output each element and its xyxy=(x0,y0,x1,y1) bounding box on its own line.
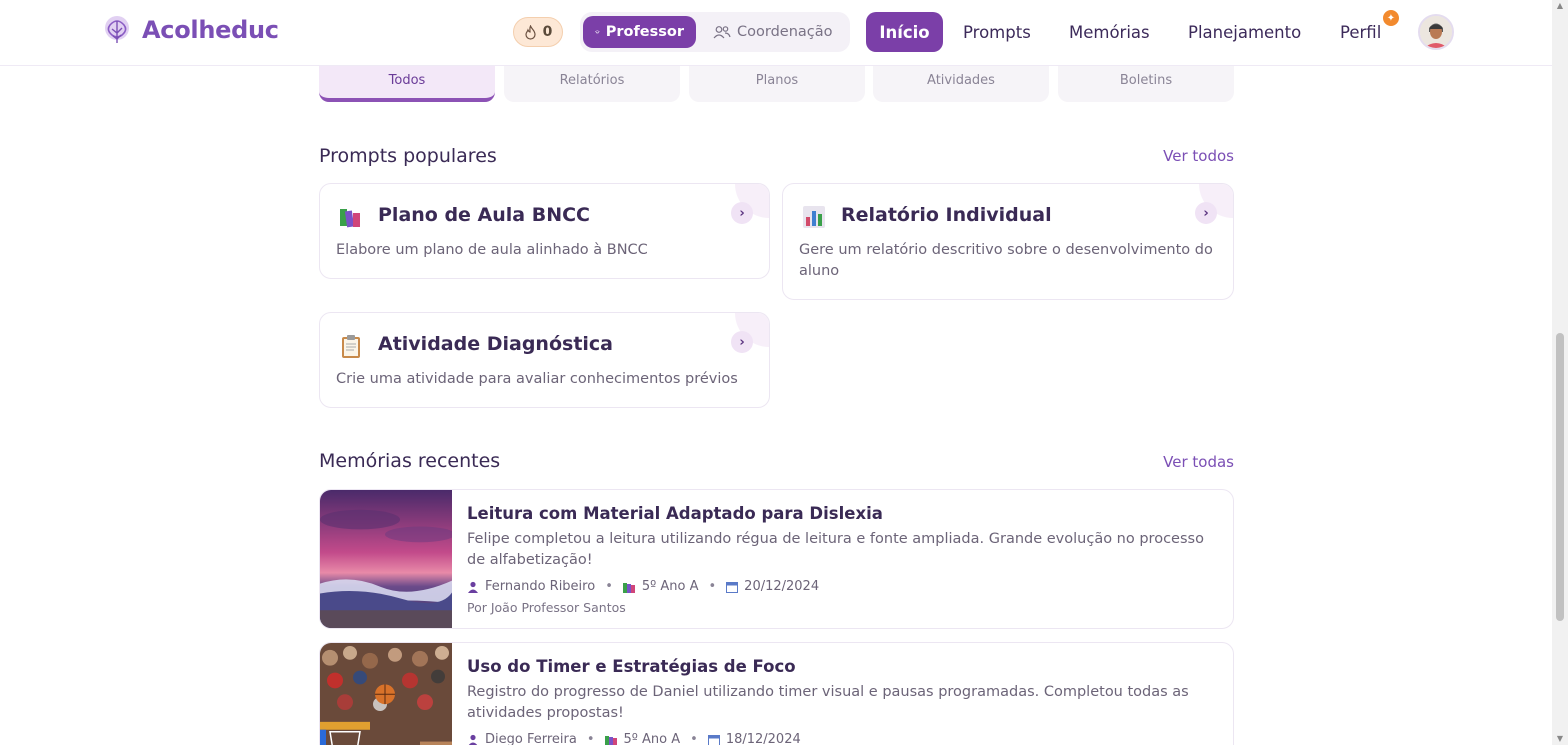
nav-prompts[interactable]: Prompts xyxy=(963,12,1031,52)
memory-title: Leitura com Material Adaptado para Disle… xyxy=(467,504,883,523)
memory-description: Felipe completou a leitura utilizando ré… xyxy=(467,531,1204,568)
books-icon xyxy=(340,209,360,228)
nav-memorias[interactable]: Memórias xyxy=(1069,12,1150,52)
nav-planejamento[interactable]: Planejamento xyxy=(1188,12,1301,52)
users-icon xyxy=(713,26,731,39)
role-coordination-button[interactable]: Coordenação xyxy=(701,16,846,48)
memories-see-all-link[interactable]: Ver todas xyxy=(1163,453,1234,471)
calendar-icon xyxy=(707,734,720,745)
scrollbar-thumb[interactable] xyxy=(1556,333,1564,621)
role-switch: Professor Coordenação xyxy=(580,12,850,52)
scroll-down-arrow-icon[interactable]: ▼ xyxy=(1556,735,1564,743)
prompt-card-title: Atividade Diagnóstica xyxy=(378,333,613,355)
books-icon xyxy=(622,582,635,593)
memory-date: 18/12/2024 xyxy=(725,732,801,745)
memory-class: 5º Ano A xyxy=(641,579,699,594)
streak-count: 0 xyxy=(542,24,553,40)
sunset-beach-image xyxy=(320,490,452,628)
clipboard-icon xyxy=(342,335,360,358)
app-logo[interactable]: Acolheduc xyxy=(100,13,279,47)
prompt-card-title: Relatório Individual xyxy=(841,204,1052,226)
person-icon xyxy=(468,581,478,593)
user-avatar[interactable] xyxy=(1418,14,1454,50)
prompt-card-plano-aula[interactable]: Plano de Aula BNCC Elabore um plano de a… xyxy=(319,183,770,279)
bar-chart-icon xyxy=(803,206,825,228)
scroll-up-arrow-icon[interactable]: ▲ xyxy=(1556,2,1564,10)
memory-date: 20/12/2024 xyxy=(744,579,820,594)
role-professor-label: Professor xyxy=(605,24,684,40)
memory-card[interactable]: Leitura com Material Adaptado para Disle… xyxy=(319,489,1234,629)
memory-author: Por João Professor Santos xyxy=(467,600,626,615)
chevron-right-icon[interactable]: › xyxy=(731,331,753,353)
memory-description: Registro do progresso de Daniel utilizan… xyxy=(467,684,1189,721)
top-header: Acolheduc 0 Professor Coordenação Início… xyxy=(0,0,1552,66)
sparkle-icon[interactable]: ✦ xyxy=(1381,8,1401,28)
memory-class: 5º Ano A xyxy=(623,732,681,745)
streak-badge[interactable]: 0 xyxy=(513,17,563,47)
prompts-section-title: Prompts populares xyxy=(319,145,497,167)
chevron-right-icon[interactable]: › xyxy=(731,202,753,224)
flame-icon xyxy=(525,24,536,40)
calendar-icon xyxy=(726,581,739,593)
role-professor-button[interactable]: Professor xyxy=(583,16,696,48)
nav-inicio[interactable]: Início xyxy=(866,12,943,52)
memory-meta: Fernando Ribeiro • 5º Ano A • 20/12/2024 xyxy=(467,579,819,594)
prompt-card-title: Plano de Aula BNCC xyxy=(378,204,591,226)
memory-meta: Diego Ferreira • 5º Ano A • 18/12/2024 xyxy=(467,732,801,745)
memories-section-title: Memórias recentes xyxy=(319,450,501,472)
nav-perfil[interactable]: Perfil xyxy=(1340,12,1381,52)
books-icon xyxy=(604,735,617,745)
memory-card[interactable]: Uso do Timer e Estratégias de Foco Regis… xyxy=(319,642,1234,745)
prompt-card-atividade-diagnostica[interactable]: Atividade Diagnóstica Crie uma atividade… xyxy=(319,312,770,408)
app-name: Acolheduc xyxy=(142,16,279,44)
prompts-see-all-link[interactable]: Ver todos xyxy=(1163,147,1234,165)
memory-student: Diego Ferreira xyxy=(485,732,577,745)
memory-student: Fernando Ribeiro xyxy=(485,579,596,594)
chevron-right-icon[interactable]: › xyxy=(1195,202,1217,224)
role-coordination-label: Coordenação xyxy=(737,24,833,40)
graduation-cap-icon xyxy=(595,30,600,34)
prompt-card-description: Crie uma atividade para avaliar conhecim… xyxy=(336,371,738,387)
person-icon xyxy=(468,734,478,745)
prompt-card-description: Gere um relatório descritivo sobre o des… xyxy=(799,242,1213,279)
memory-title: Uso do Timer e Estratégias de Foco xyxy=(467,657,796,676)
prompt-card-relatorio-individual[interactable]: Relatório Individual Gere um relatório d… xyxy=(782,183,1234,300)
brain-logo-icon xyxy=(105,16,129,43)
basketball-image xyxy=(320,643,452,745)
page-scrollbar[interactable]: ▲ ▼ xyxy=(1552,0,1568,745)
prompt-card-description: Elabore um plano de aula alinhado à BNCC xyxy=(336,242,648,258)
